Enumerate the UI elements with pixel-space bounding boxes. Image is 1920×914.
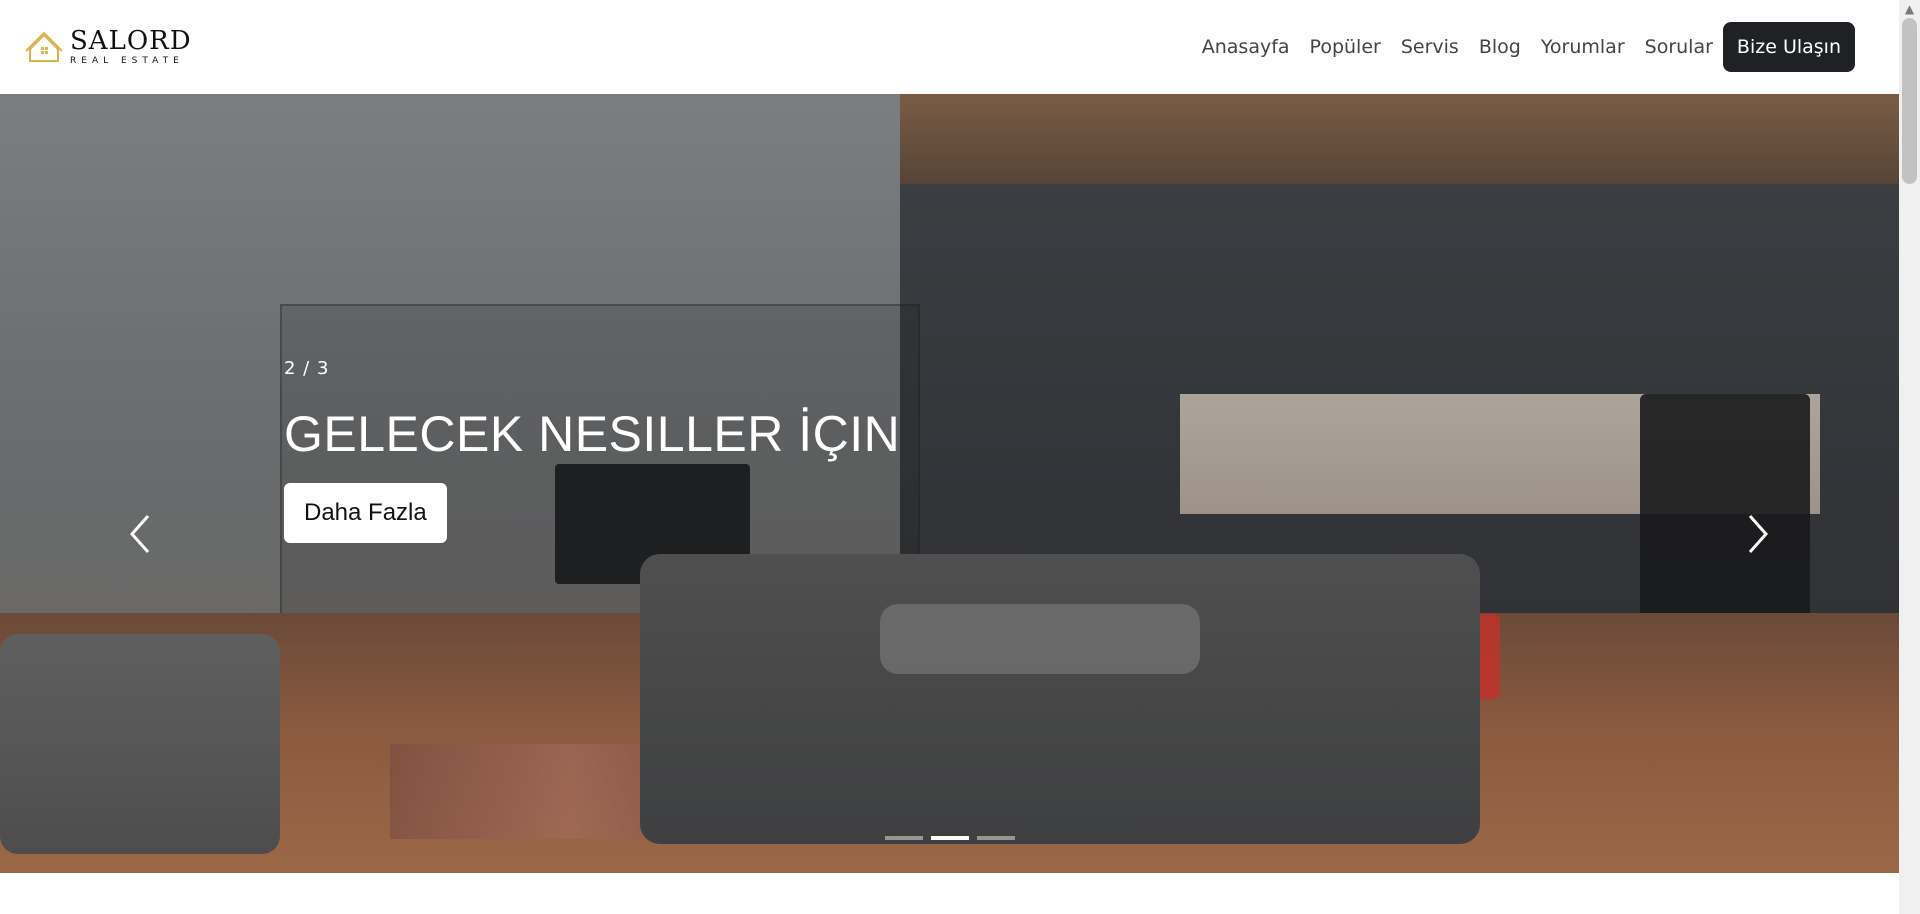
hero-bg-ceiling xyxy=(900,94,1899,184)
nav-link-sorular[interactable]: Sorular xyxy=(1635,36,1723,58)
scroll-up-arrow-icon[interactable]: ▲ xyxy=(1899,0,1920,18)
hero-bg-armchair xyxy=(0,634,280,854)
nav-link-anasayfa[interactable]: Anasayfa xyxy=(1192,36,1300,58)
brand-logo[interactable]: SALORD REAL ESTATE xyxy=(24,27,192,67)
content-below-hero xyxy=(0,873,1899,914)
carousel-indicator-2[interactable] xyxy=(931,836,969,840)
slide-counter: 2 / 3 xyxy=(284,358,330,379)
nav-link-blog[interactable]: Blog xyxy=(1469,36,1531,58)
hero-bg-cushion xyxy=(880,604,1200,674)
carousel-indicators xyxy=(885,836,1015,840)
brand-text: SALORD REAL ESTATE xyxy=(70,28,192,66)
nav-link-yorumlar[interactable]: Yorumlar xyxy=(1531,36,1635,58)
chevron-left-icon xyxy=(129,515,150,553)
brand-name: SALORD xyxy=(70,26,192,56)
hero-carousel: 2 / 3 GELECEK NESILLER İÇIN Daha Fazla xyxy=(0,94,1899,873)
page-scrollbar[interactable]: ▲ xyxy=(1899,0,1920,914)
nav-link-populer[interactable]: Popüler xyxy=(1300,36,1391,58)
hero-bg-sofa xyxy=(640,554,1480,844)
house-logo-icon xyxy=(25,31,63,62)
carousel-indicator-3[interactable] xyxy=(977,836,1015,840)
page: SALORD REAL ESTATE Anasayfa Popüler Serv… xyxy=(0,0,1920,914)
chevron-right-icon xyxy=(1748,515,1769,553)
nav-link-servis[interactable]: Servis xyxy=(1391,36,1469,58)
scrollbar-thumb[interactable] xyxy=(1902,18,1917,184)
contact-button[interactable]: Bize Ulaşın xyxy=(1722,22,1855,72)
site-header: SALORD REAL ESTATE Anasayfa Popüler Serv… xyxy=(0,0,1899,94)
carousel-next-button[interactable] xyxy=(1738,514,1778,554)
main-nav: Anasayfa Popüler Servis Blog Yorumlar So… xyxy=(1192,22,1855,72)
hero-caption: 2 / 3 GELECEK NESILLER İÇIN Daha Fazla xyxy=(284,358,900,543)
carousel-prev-button[interactable] xyxy=(120,514,160,554)
hero-headline: GELECEK NESILLER İÇIN xyxy=(284,406,901,462)
hero-bg-fridge xyxy=(1640,394,1810,624)
brand-subtitle: REAL ESTATE xyxy=(70,56,184,66)
carousel-indicator-1[interactable] xyxy=(885,836,923,840)
more-button[interactable]: Daha Fazla xyxy=(284,483,447,543)
